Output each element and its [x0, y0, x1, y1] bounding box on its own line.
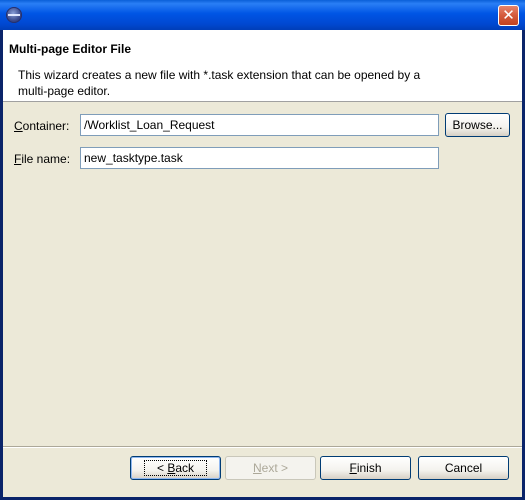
back-button[interactable]: < Back	[130, 456, 221, 480]
footer-separator	[3, 446, 522, 448]
page-title: Multi-page Editor File	[9, 42, 131, 56]
eclipse-icon	[6, 7, 22, 23]
filename-label: File name:	[14, 152, 71, 166]
close-icon: ✕	[502, 6, 515, 24]
close-button[interactable]: ✕	[498, 5, 519, 26]
browse-button[interactable]: Browse...	[445, 113, 510, 137]
cancel-button[interactable]: Cancel	[418, 456, 509, 480]
wizard-body: Multi-page Editor File This wizard creat…	[3, 30, 522, 497]
title-bar[interactable]: ✕	[0, 0, 525, 30]
wizard-window: ✕ Multi-page Editor File This wizard cre…	[0, 0, 525, 500]
container-label: Container:	[14, 119, 70, 133]
wizard-header: Multi-page Editor File This wizard creat…	[3, 30, 522, 102]
container-input[interactable]: /Worklist_Loan_Request	[80, 114, 439, 136]
next-button[interactable]: Next >	[225, 456, 316, 480]
finish-button[interactable]: Finish	[320, 456, 411, 480]
page-description: This wizard creates a new file with *.ta…	[18, 68, 421, 98]
filename-input[interactable]: new_tasktype.task	[80, 147, 439, 169]
